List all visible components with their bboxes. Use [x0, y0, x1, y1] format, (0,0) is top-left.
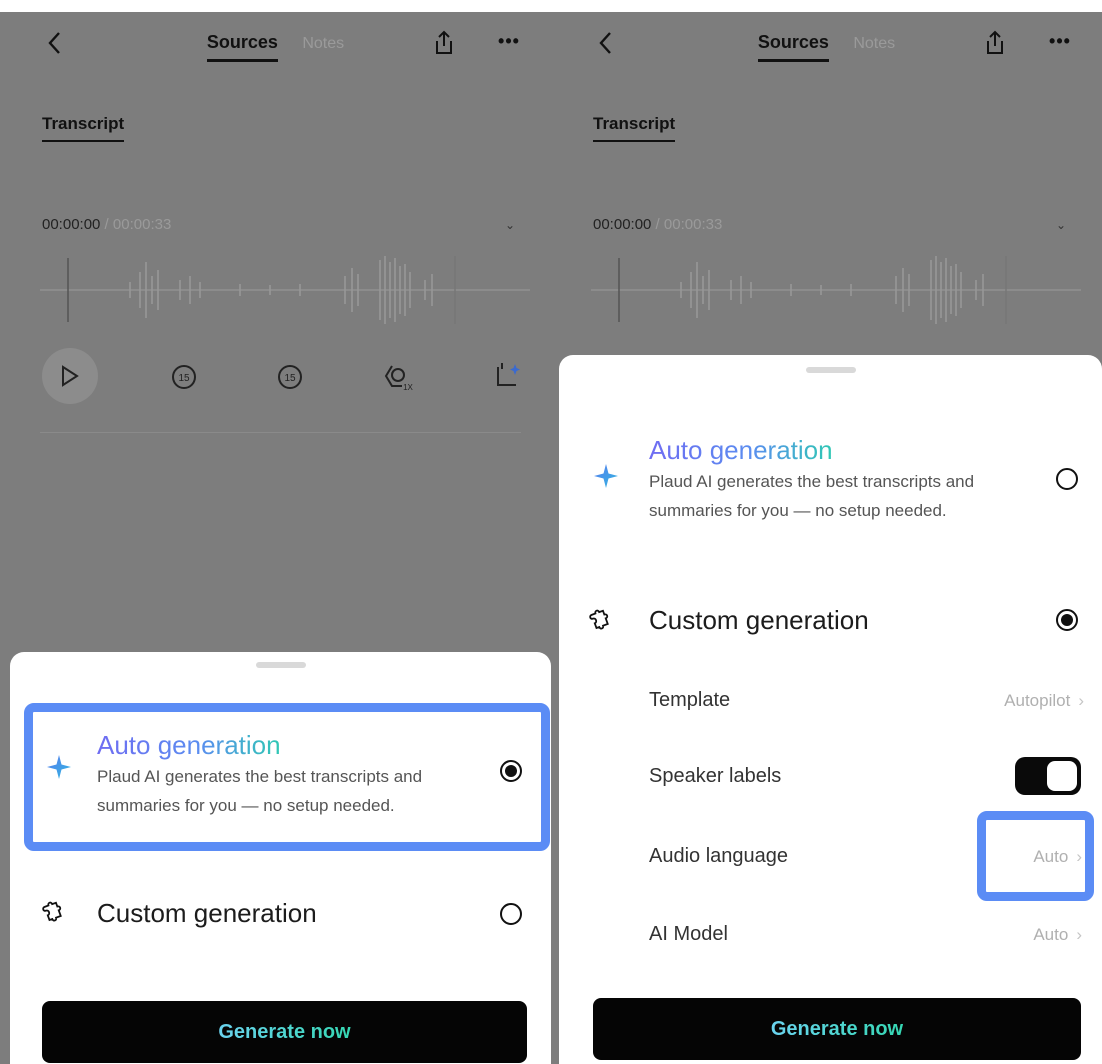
- transcript-tab[interactable]: Transcript: [593, 114, 676, 142]
- custom-generation-radio[interactable]: [1056, 609, 1078, 631]
- svg-text:1X: 1X: [403, 383, 413, 392]
- generation-sheet: Auto generation Plaud AI generates the b…: [559, 355, 1102, 1064]
- tabs: Sources Notes: [551, 32, 1102, 62]
- sparkle-icon: [47, 755, 71, 779]
- trim-ai-button[interactable]: [480, 348, 536, 404]
- waveform[interactable]: [591, 250, 1081, 330]
- trim-ai-icon: [497, 363, 520, 386]
- tab-notes[interactable]: Notes: [302, 35, 344, 53]
- more-button[interactable]: •••: [1046, 30, 1074, 58]
- top-bar: Sources Notes •••: [551, 26, 1102, 66]
- more-dots-icon: •••: [1049, 31, 1071, 51]
- puzzle-icon: [42, 901, 62, 922]
- sheet-handle[interactable]: [255, 662, 306, 668]
- template-value: Autopilot ›: [1004, 691, 1084, 710]
- total-time: 00:00:33: [663, 216, 723, 233]
- auto-generation-radio[interactable]: [1056, 468, 1078, 490]
- auto-generation-title: Auto generation: [97, 730, 281, 760]
- ai-model-value: Auto ›: [1033, 925, 1082, 944]
- more-button[interactable]: •••: [495, 30, 523, 58]
- chevron-down-icon[interactable]: ⌄: [1056, 218, 1066, 232]
- custom-generation-radio[interactable]: [500, 903, 522, 925]
- generation-sheet: Auto generation Plaud AI generates the b…: [10, 652, 551, 1064]
- total-time: 00:00:33: [112, 216, 172, 233]
- chevron-right-icon: ›: [1076, 925, 1082, 944]
- tabs: Sources Notes: [0, 32, 551, 62]
- share-icon: [436, 30, 452, 54]
- current-time: 00:00:00: [42, 216, 101, 233]
- auto-generation-radio[interactable]: [500, 760, 522, 782]
- share-icon: [987, 30, 1003, 54]
- auto-generation-description: Plaud AI generates the best transcripts …: [649, 472, 975, 520]
- waveform[interactable]: [40, 250, 530, 330]
- play-icon: [62, 365, 79, 387]
- tab-sources[interactable]: Sources: [206, 32, 278, 62]
- playback-speed-button[interactable]: 1X: [370, 348, 426, 404]
- chevron-down-icon[interactable]: ⌄: [505, 218, 515, 232]
- chevron-right-icon: ›: [1078, 691, 1084, 710]
- audio-language-value[interactable]: Auto ›: [1033, 847, 1082, 867]
- top-bar: Sources Notes •••: [0, 26, 551, 66]
- sparkle-icon: [594, 464, 618, 488]
- speaker-labels-toggle[interactable]: [1015, 757, 1081, 795]
- player-controls: 15 15 1X: [0, 340, 551, 410]
- auto-generation-description: Plaud AI generates the best transcripts …: [97, 767, 423, 815]
- rewind-15-icon: 15: [172, 365, 196, 389]
- timecode: 00:00:00 / 00:00:33: [42, 216, 172, 233]
- forward-15-icon: 15: [278, 365, 302, 389]
- puzzle-icon: [589, 609, 609, 630]
- share-button[interactable]: [984, 30, 1008, 58]
- more-dots-icon: •••: [498, 31, 520, 51]
- current-time: 00:00:00: [593, 216, 652, 233]
- generate-now-button[interactable]: Generate now: [593, 998, 1081, 1060]
- share-button[interactable]: [433, 30, 457, 58]
- tab-notes[interactable]: Notes: [853, 35, 895, 53]
- generate-now-button[interactable]: Generate now: [42, 1001, 527, 1063]
- chevron-right-icon: ›: [1076, 847, 1082, 866]
- svg-text:15: 15: [178, 373, 190, 384]
- play-button[interactable]: [42, 348, 98, 404]
- screen-right: Sources Notes ••• Transcript 00:00:00 / …: [551, 0, 1102, 1064]
- audio-language-label: Audio language: [649, 845, 789, 867]
- ai-model-label: AI Model: [649, 923, 728, 945]
- timecode: 00:00:00 / 00:00:33: [593, 216, 723, 233]
- template-label: Template: [649, 689, 731, 711]
- speaker-labels-label: Speaker labels: [649, 765, 782, 787]
- screen-left: Sources Notes ••• Transcript 00:00:00 / …: [0, 0, 551, 1064]
- transcript-tab[interactable]: Transcript: [42, 114, 125, 142]
- custom-generation-title: Custom generation: [649, 605, 869, 635]
- caption-strip: [0, 0, 1102, 12]
- rewind-15-button[interactable]: 15: [156, 348, 212, 404]
- forward-15-button[interactable]: 15: [262, 348, 318, 404]
- svg-text:15: 15: [284, 373, 296, 384]
- custom-generation-title: Custom generation: [97, 898, 317, 928]
- divider: [40, 432, 521, 433]
- auto-generation-title: Auto generation: [649, 435, 833, 465]
- playback-speed-icon: 1X: [384, 365, 414, 392]
- tab-sources[interactable]: Sources: [757, 32, 829, 62]
- sheet-handle[interactable]: [805, 367, 856, 373]
